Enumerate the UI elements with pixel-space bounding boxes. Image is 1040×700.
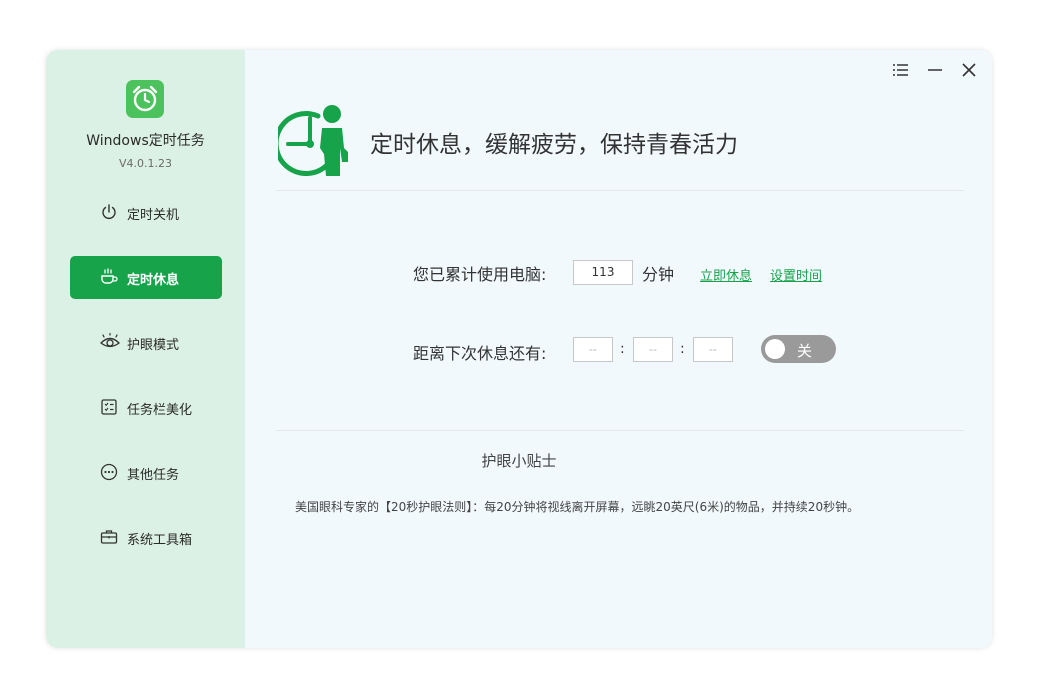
usage-label: 您已累计使用电脑:: [413, 265, 547, 284]
app-version: V4.0.1.23: [118, 157, 172, 170]
close-icon[interactable]: [956, 60, 982, 80]
seconds-field[interactable]: --: [693, 337, 733, 362]
tips-title: 护眼小贴士: [481, 452, 557, 470]
header-divider: [276, 190, 964, 191]
time-separator: :: [620, 341, 625, 357]
countdown-label: 距离下次休息还有:: [413, 344, 547, 363]
sidebar-item-scheduled-shutdown[interactable]: 定时关机: [70, 191, 222, 234]
toggle-label: 关: [797, 342, 813, 360]
checklist-icon: [100, 398, 118, 416]
hours-field[interactable]: --: [573, 337, 613, 362]
time-separator: :: [680, 341, 685, 357]
sidebar-item-label: 系统工具箱: [127, 533, 193, 548]
sidebar-item-label: 定时关机: [127, 208, 180, 223]
sidebar-item-eye-care[interactable]: 护眼模式: [70, 321, 222, 364]
page-title: 定时休息，缓解疲劳，保持青春活力: [370, 132, 738, 158]
sidebar-item-scheduled-rest[interactable]: 定时休息: [70, 256, 222, 299]
minimize-icon[interactable]: [922, 60, 948, 80]
sidebar-item-label: 任务栏美化: [127, 403, 193, 418]
set-time-link[interactable]: 设置时间: [770, 265, 822, 284]
menu-icon[interactable]: [888, 60, 914, 80]
sidebar-item-label: 护眼模式: [127, 338, 180, 353]
app-name: Windows定时任务: [86, 133, 205, 149]
sidebar-item-label: 定时休息: [127, 273, 180, 288]
usage-unit: 分钟: [642, 265, 675, 284]
eye-icon: [100, 332, 120, 351]
minutes-field[interactable]: --: [633, 337, 673, 362]
tips-text: 美国眼科专家的【20秒护眼法则】：每20分钟将视线离开屏幕，远眺20英尺(6米)…: [295, 500, 860, 514]
app-window: Windows定时任务 V4.0.1.23 定时关机 定时休息 护眼模式 任务栏…: [46, 50, 992, 648]
power-icon: [100, 203, 118, 221]
coffee-cup-icon: [100, 268, 118, 286]
toolbox-icon: [100, 528, 118, 546]
window-controls: [888, 60, 982, 80]
rest-now-link[interactable]: 立即休息: [700, 265, 752, 284]
clock-person-icon: [273, 104, 354, 176]
alarm-clock-logo-icon: [126, 80, 164, 118]
toggle-knob: [765, 339, 785, 359]
sidebar: Windows定时任务 V4.0.1.23 定时关机 定时休息 护眼模式 任务栏…: [46, 50, 245, 648]
sidebar-item-system-toolbox[interactable]: 系统工具箱: [70, 516, 222, 559]
tips-divider: [276, 430, 964, 431]
usage-minutes-field[interactable]: 113: [573, 260, 633, 285]
rest-reminder-toggle[interactable]: 关: [761, 335, 836, 363]
sidebar-item-taskbar-beautify[interactable]: 任务栏美化: [70, 386, 222, 429]
